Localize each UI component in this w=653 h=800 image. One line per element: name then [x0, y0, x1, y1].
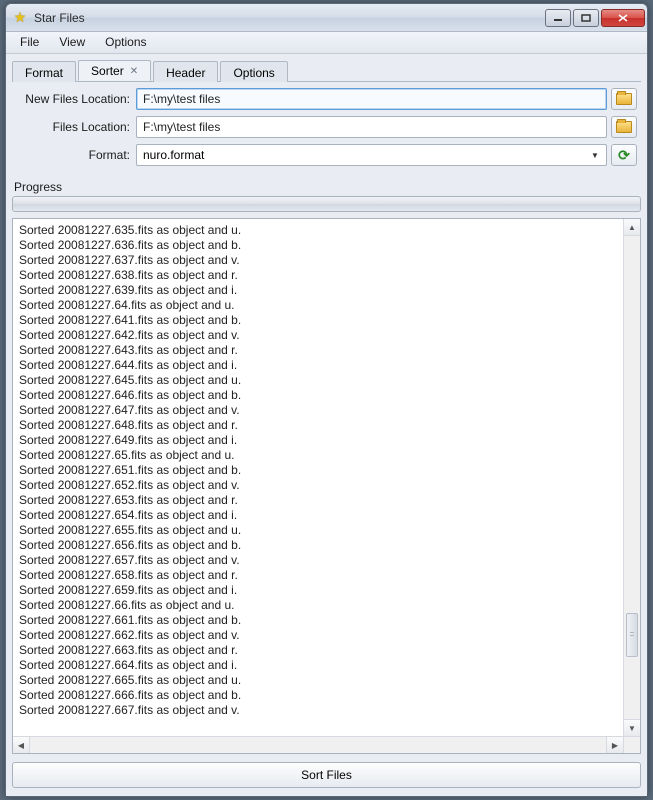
log-line: Sorted 20081227.639.fits as object and i… [19, 283, 617, 298]
input-files-location[interactable] [136, 116, 607, 138]
input-new-files-location[interactable] [136, 88, 607, 110]
tab-label: Options [233, 66, 274, 80]
row-format: Format: nuro.format ▼ ⟳ [16, 144, 637, 166]
log-line: Sorted 20081227.638.fits as object and r… [19, 268, 617, 283]
log-line: Sorted 20081227.645.fits as object and u… [19, 373, 617, 388]
progress-bar [12, 196, 641, 212]
form-area: New Files Location: Files Location: Form… [12, 82, 641, 174]
vertical-scrollbar[interactable]: ▲ ▼ [623, 219, 640, 736]
log-line: Sorted 20081227.637.fits as object and v… [19, 253, 617, 268]
minimize-button[interactable] [545, 9, 571, 27]
combo-format-value: nuro.format [143, 148, 588, 162]
window-buttons [543, 9, 645, 27]
menu-view[interactable]: View [49, 32, 95, 53]
tab-sorter[interactable]: Sorter ✕ [78, 60, 151, 81]
sort-files-label: Sort Files [301, 768, 352, 782]
scroll-thumb[interactable] [626, 613, 638, 657]
maximize-icon [581, 14, 591, 22]
close-icon [617, 13, 629, 23]
app-star-icon: ★ [12, 10, 28, 26]
minimize-icon [553, 14, 563, 22]
refresh-icon: ⟳ [618, 147, 630, 164]
log-line: Sorted 20081227.66.fits as object and u. [19, 598, 617, 613]
log-line: Sorted 20081227.664.fits as object and i… [19, 658, 617, 673]
menu-options[interactable]: Options [95, 32, 156, 53]
menubar: File View Options [6, 32, 647, 54]
tab-close-icon[interactable]: ✕ [130, 66, 138, 77]
maximize-button[interactable] [573, 9, 599, 27]
log-line: Sorted 20081227.654.fits as object and i… [19, 508, 617, 523]
scroll-right-icon[interactable]: ▶ [606, 737, 623, 753]
chevron-down-icon[interactable]: ▼ [588, 151, 602, 160]
folder-icon [616, 121, 632, 133]
log-line: Sorted 20081227.652.fits as object and v… [19, 478, 617, 493]
browse-files-button[interactable] [611, 116, 637, 138]
sort-files-button[interactable]: Sort Files [12, 762, 641, 788]
scroll-up-icon[interactable]: ▲ [624, 219, 640, 236]
label-new-files-location: New Files Location: [16, 92, 136, 106]
log-line: Sorted 20081227.659.fits as object and i… [19, 583, 617, 598]
log-line: Sorted 20081227.653.fits as object and r… [19, 493, 617, 508]
row-new-files-location: New Files Location: [16, 88, 637, 110]
tabstrip: Format Sorter ✕ Header Options [12, 60, 641, 82]
log-line: Sorted 20081227.666.fits as object and b… [19, 688, 617, 703]
log-line: Sorted 20081227.656.fits as object and b… [19, 538, 617, 553]
refresh-format-button[interactable]: ⟳ [611, 144, 637, 166]
log-line: Sorted 20081227.647.fits as object and v… [19, 403, 617, 418]
scroll-track[interactable] [624, 236, 640, 719]
log-line: Sorted 20081227.644.fits as object and i… [19, 358, 617, 373]
scroll-corner [623, 737, 640, 753]
log-line: Sorted 20081227.651.fits as object and b… [19, 463, 617, 478]
log-lines[interactable]: Sorted 20081227.635.fits as object and u… [13, 219, 623, 736]
log-line: Sorted 20081227.655.fits as object and u… [19, 523, 617, 538]
scroll-down-icon[interactable]: ▼ [624, 719, 640, 736]
log-line: Sorted 20081227.642.fits as object and v… [19, 328, 617, 343]
close-button[interactable] [601, 9, 645, 27]
label-format: Format: [16, 148, 136, 162]
menu-file[interactable]: File [10, 32, 49, 53]
tab-options[interactable]: Options [220, 61, 287, 82]
horizontal-scrollbar[interactable]: ◀ ▶ [13, 736, 640, 753]
log-line: Sorted 20081227.649.fits as object and i… [19, 433, 617, 448]
app-window: ★ Star Files File View Options Format So… [5, 3, 648, 797]
tab-label: Sorter [91, 64, 124, 78]
log-line: Sorted 20081227.635.fits as object and u… [19, 223, 617, 238]
log-scroll: Sorted 20081227.635.fits as object and u… [13, 219, 640, 736]
scroll-left-icon[interactable]: ◀ [13, 737, 30, 753]
folder-icon [616, 93, 632, 105]
log-line: Sorted 20081227.665.fits as object and u… [19, 673, 617, 688]
log-line: Sorted 20081227.667.fits as object and v… [19, 703, 617, 718]
log-panel: Sorted 20081227.635.fits as object and u… [12, 218, 641, 754]
log-line: Sorted 20081227.641.fits as object and b… [19, 313, 617, 328]
log-line: Sorted 20081227.657.fits as object and v… [19, 553, 617, 568]
browse-new-files-button[interactable] [611, 88, 637, 110]
log-line: Sorted 20081227.646.fits as object and b… [19, 388, 617, 403]
log-line: Sorted 20081227.643.fits as object and r… [19, 343, 617, 358]
log-line: Sorted 20081227.636.fits as object and b… [19, 238, 617, 253]
label-files-location: Files Location: [16, 120, 136, 134]
tab-label: Header [166, 66, 205, 80]
log-line: Sorted 20081227.648.fits as object and r… [19, 418, 617, 433]
combo-format[interactable]: nuro.format ▼ [136, 144, 607, 166]
log-line: Sorted 20081227.65.fits as object and u. [19, 448, 617, 463]
tab-header[interactable]: Header [153, 61, 218, 82]
client-area: Format Sorter ✕ Header Options New Files… [6, 54, 647, 796]
titlebar[interactable]: ★ Star Files [6, 4, 647, 32]
tab-label: Format [25, 66, 63, 80]
log-line: Sorted 20081227.658.fits as object and r… [19, 568, 617, 583]
log-line: Sorted 20081227.661.fits as object and b… [19, 613, 617, 628]
tab-format[interactable]: Format [12, 61, 76, 82]
log-line: Sorted 20081227.64.fits as object and u. [19, 298, 617, 313]
progress-label: Progress [14, 180, 641, 194]
log-line: Sorted 20081227.662.fits as object and v… [19, 628, 617, 643]
window-title: Star Files [34, 11, 543, 25]
log-line: Sorted 20081227.663.fits as object and r… [19, 643, 617, 658]
row-files-location: Files Location: [16, 116, 637, 138]
